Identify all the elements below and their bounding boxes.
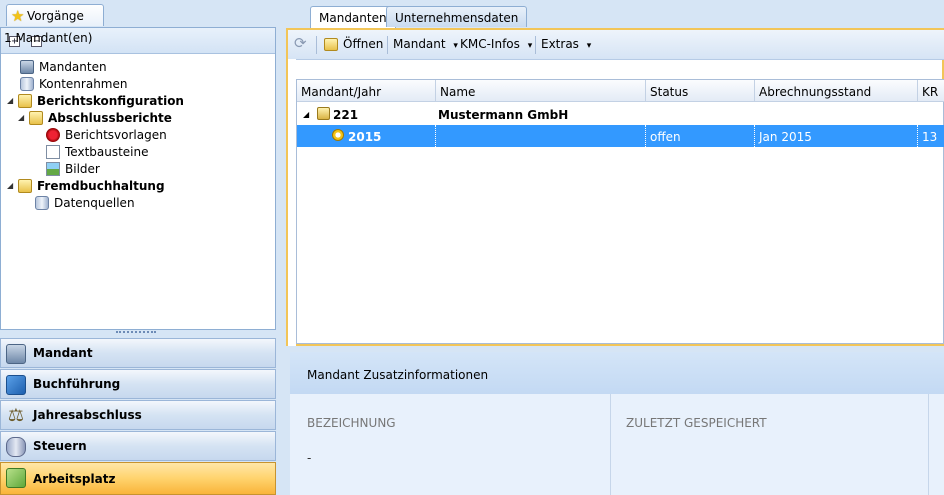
- image-icon: [46, 161, 60, 176]
- tree-item-label: Abschlussberichte: [48, 110, 172, 125]
- left-panel: ★ Vorgänge + − Mandanten Kontenrahmen ◢ …: [0, 0, 278, 495]
- scales-icon: ⚖: [7, 405, 25, 426]
- cell-name: Mustermann GmbH: [438, 108, 569, 122]
- extras-label: Extras: [541, 37, 579, 51]
- cell-abrechnungsstand: Jan 2015: [755, 125, 918, 147]
- cell-status: offen: [646, 125, 755, 147]
- tree-item-label: Fremdbuchhaltung: [37, 178, 165, 193]
- tree-item-label: Berichtskonfiguration: [37, 93, 184, 108]
- document-icon: [46, 144, 60, 159]
- tree-item-label: Bilder: [65, 161, 100, 176]
- toolbar-separator: [535, 36, 536, 54]
- tab-unternehmensdaten[interactable]: Unternehmensdaten: [386, 6, 528, 27]
- column-divider: [610, 394, 611, 495]
- expand-arrow-icon[interactable]: ◢: [7, 181, 13, 190]
- cell-kr: 13: [922, 130, 938, 144]
- tree-item-label: Datenquellen: [54, 195, 135, 210]
- column-header-name[interactable]: Name: [436, 80, 646, 102]
- column-header-abrechnungsstand[interactable]: Abrechnungsstand: [755, 80, 918, 102]
- nav-buchfuehrung-label: Buchführung: [33, 377, 121, 391]
- chevron-down-icon: ▾: [527, 41, 533, 51]
- bezeichnung-label: BEZEICHNUNG: [307, 416, 396, 430]
- nav-steuern-label: Steuern: [33, 439, 87, 453]
- nav-mandant[interactable]: Mandant: [0, 338, 276, 368]
- tree-item-label: Berichtsvorlagen: [65, 127, 167, 142]
- toolbar-separator: [316, 36, 317, 54]
- folder-icon: [18, 178, 32, 193]
- kmc-infos-menu[interactable]: KMC-Infos ▾: [460, 37, 532, 51]
- column-divider: [928, 394, 929, 495]
- info-header: Mandant Zusatzinformationen: [290, 352, 944, 394]
- zusatzinformationen-panel: Mandant Zusatzinformationen BEZEICHNUNG …: [290, 352, 944, 495]
- column-header-mandant-jahr[interactable]: Mandant/Jahr: [297, 80, 436, 102]
- database-icon: [20, 59, 34, 74]
- tree-item-berichtsvorlagen[interactable]: Berichtsvorlagen: [46, 126, 167, 143]
- workplace-icon: [6, 468, 26, 488]
- mandant-menu[interactable]: Mandant ▾: [393, 37, 458, 51]
- nav-mandant-label: Mandant: [33, 346, 93, 360]
- tree-item-abschlussberichte[interactable]: Abschlussberichte: [29, 109, 172, 126]
- tree-item-fremdbuchhaltung[interactable]: Fremdbuchhaltung: [18, 177, 165, 194]
- tree-item-textbausteine[interactable]: Textbausteine: [46, 143, 149, 160]
- extras-menu[interactable]: Extras ▾: [541, 37, 591, 51]
- tab-vorgaenge[interactable]: ★ Vorgänge: [6, 4, 104, 26]
- splitter-handle[interactable]: [116, 331, 156, 337]
- table-row[interactable]: ◢ 221 Mustermann GmbH: [297, 103, 944, 125]
- toolbar: ⟳ Öffnen Mandant ▾ KMC-Infos ▾ Extras ▾: [288, 30, 944, 60]
- tree-item-bilder[interactable]: Bilder: [46, 160, 100, 177]
- oeffnen-label: Öffnen: [343, 37, 384, 51]
- tree-item-kontenrahmen[interactable]: Kontenrahmen: [20, 75, 127, 92]
- tree-item-label: Mandanten: [39, 59, 107, 74]
- record-count: 1 Mandant(en): [4, 31, 93, 45]
- zuletzt-gespeichert-label: ZULETZT GESPEICHERT: [626, 416, 767, 430]
- nav-jahresabschluss-label: Jahresabschluss: [33, 408, 142, 422]
- bezeichnung-value: -: [307, 451, 312, 465]
- column-header-status[interactable]: Status: [646, 80, 755, 102]
- chevron-down-icon: ▾: [586, 41, 592, 51]
- cylinder-icon: [20, 76, 34, 91]
- nav-steuern[interactable]: Steuern: [0, 431, 276, 461]
- grid-left-margin: [288, 59, 296, 346]
- building-icon: [6, 344, 26, 364]
- mandant-menu-label: Mandant: [393, 37, 446, 51]
- year-label: 2015: [348, 130, 382, 144]
- expand-arrow-icon[interactable]: ◢: [7, 96, 13, 105]
- oeffnen-button[interactable]: Öffnen: [324, 37, 383, 51]
- kmc-infos-label: KMC-Infos: [460, 37, 520, 51]
- tree-panel: + − Mandanten Kontenrahmen ◢ Berichtskon…: [0, 27, 276, 330]
- cell-name: [436, 125, 646, 147]
- cell-year: 2015: [297, 125, 436, 147]
- column-header-kr[interactable]: KR: [918, 80, 944, 102]
- tree-item-label: Kontenrahmen: [39, 76, 128, 91]
- tree-item-label: Textbausteine: [65, 144, 149, 159]
- toolbar-separator: [387, 36, 388, 54]
- table-row-selected[interactable]: 2015 offen Jan 2015 13: [297, 125, 944, 147]
- info-body: BEZEICHNUNG - ZULETZT GESPEICHERT: [290, 394, 944, 495]
- star-icon: ★: [11, 7, 25, 25]
- cylinder-icon: [35, 195, 49, 210]
- coins-icon: [6, 437, 26, 457]
- folder-icon: [29, 110, 43, 125]
- refresh-icon[interactable]: ⟳: [294, 34, 307, 52]
- report-template-icon: [46, 127, 60, 142]
- clock-icon: [332, 129, 344, 141]
- folder-icon: [18, 93, 32, 108]
- nav-arbeitsplatz-label: Arbeitsplatz: [33, 471, 116, 486]
- ledger-book-icon: [6, 375, 26, 395]
- collapse-arrow-icon[interactable]: ◢: [299, 103, 313, 125]
- nav-buchfuehrung[interactable]: Buchführung: [0, 369, 276, 399]
- nav-arbeitsplatz[interactable]: Arbeitsplatz: [0, 462, 276, 495]
- tab-mandanten[interactable]: Mandanten: [310, 6, 396, 28]
- tab-vorgaenge-label: Vorgänge: [27, 8, 84, 23]
- cell-mandant-id: 221: [333, 108, 359, 122]
- folder-open-icon: [324, 37, 338, 51]
- nav-jahresabschluss[interactable]: ⚖ Jahresabschluss: [0, 400, 276, 430]
- chevron-down-icon: ▾: [453, 41, 458, 51]
- tree-item-datenquellen[interactable]: Datenquellen: [35, 194, 135, 211]
- tree-item-berichtskonfiguration[interactable]: Berichtskonfiguration: [18, 92, 184, 109]
- tree-item-mandanten[interactable]: Mandanten: [20, 58, 107, 75]
- expand-arrow-icon[interactable]: ◢: [18, 113, 24, 122]
- mandanten-grid: Mandant/Jahr Name Status Abrechnungsstan…: [296, 79, 944, 344]
